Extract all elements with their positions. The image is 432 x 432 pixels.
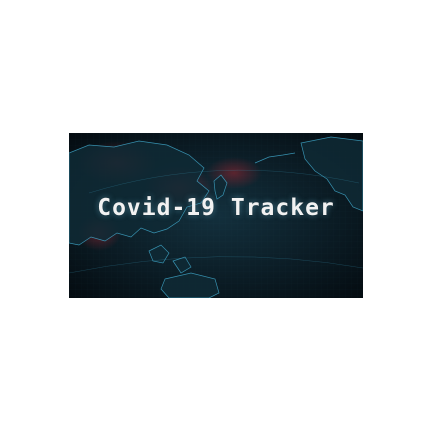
banner-title: Covid-19 Tracker [97,195,335,221]
covid-tracker-banner: Covid-19 Tracker [69,133,363,298]
page: Covid-19 Tracker [0,0,432,432]
